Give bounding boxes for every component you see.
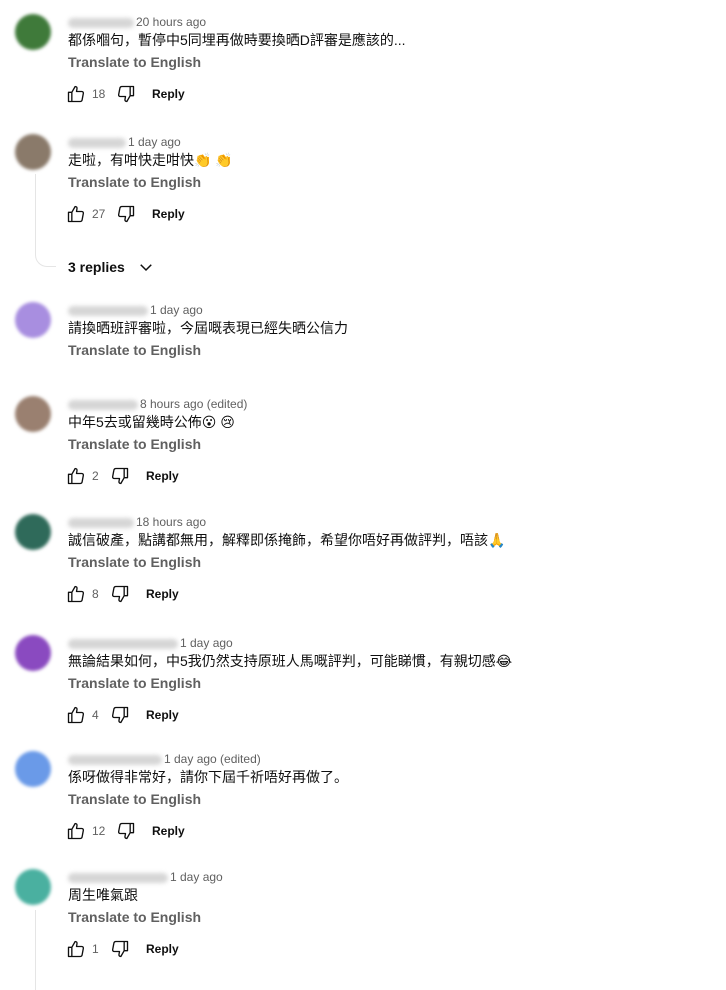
comment-text: 無論結果如何，中5我仍然支持原班人馬嘅評判，可能睇慣，有親切感😂 (68, 653, 513, 669)
author-handle[interactable] (68, 517, 134, 528)
comment-actions: 8 Reply (66, 582, 179, 606)
translate-link[interactable]: Translate to English (68, 340, 201, 360)
thumbs-down-icon[interactable] (110, 584, 130, 604)
like-count: 2 (92, 469, 99, 483)
comment-meta: 1 day ago (68, 869, 223, 885)
translate-link[interactable]: Translate to English (68, 907, 201, 927)
comment-time[interactable]: 8 hours ago (edited) (140, 397, 247, 411)
thumbs-up-icon[interactable] (66, 939, 86, 959)
like-count: 27 (92, 207, 106, 221)
like-count: 1 (92, 942, 99, 956)
comment-actions: 27 Reply (66, 202, 185, 226)
thread-line (35, 910, 36, 990)
avatar[interactable] (15, 396, 51, 432)
author-handle[interactable] (68, 399, 138, 410)
comment-text: 周生唯氣跟 (68, 887, 138, 903)
translate-link[interactable]: Translate to English (68, 52, 201, 72)
avatar[interactable] (15, 14, 51, 50)
author-handle[interactable] (68, 638, 178, 649)
comment-time[interactable]: 1 day ago (150, 303, 203, 317)
reply-button[interactable]: Reply (152, 207, 185, 221)
comment-meta: 1 day ago (edited) (68, 751, 261, 767)
thumbs-down-icon[interactable] (116, 821, 136, 841)
thumbs-down-icon[interactable] (116, 204, 136, 224)
comment-text: 請換晒班評審啦，今屆嘅表現已經失晒公信力 (68, 320, 348, 336)
comment-time[interactable]: 1 day ago (170, 870, 223, 884)
like-count: 8 (92, 587, 99, 601)
avatar[interactable] (15, 514, 51, 550)
thumbs-down-icon[interactable] (110, 939, 130, 959)
replies-toggle-button[interactable]: 3 replies (68, 258, 155, 276)
translate-link[interactable]: Translate to English (68, 789, 201, 809)
thumbs-up-icon[interactable] (66, 466, 86, 486)
thumbs-up-icon[interactable] (66, 584, 86, 604)
thread-line (35, 174, 36, 254)
comment-actions: 12 Reply (66, 819, 185, 843)
comment-actions: 18 Reply (66, 82, 185, 106)
like-count: 18 (92, 87, 106, 101)
author-handle[interactable] (68, 754, 162, 765)
reply-button[interactable]: Reply (146, 942, 179, 956)
like-count: 4 (92, 708, 99, 722)
author-handle[interactable] (68, 137, 126, 148)
thread-connector (35, 250, 56, 267)
avatar[interactable] (15, 751, 51, 787)
comment-meta: 8 hours ago (edited) (68, 396, 247, 412)
reply-button[interactable]: Reply (152, 87, 185, 101)
comment-time[interactable]: 1 day ago (edited) (164, 752, 261, 766)
comment-text: 中年5去或留幾時公佈😮 😢 (68, 414, 235, 430)
thumbs-down-icon[interactable] (116, 84, 136, 104)
comment-text: 都係嗰句，暫停中5同埋再做時要換晒D評審是應該的... (68, 32, 406, 48)
author-handle[interactable] (68, 872, 168, 883)
avatar[interactable] (15, 869, 51, 905)
reply-button[interactable]: Reply (146, 587, 179, 601)
comment-text: 誠信破產，點講都無用，解釋即係掩飾，希望你唔好再做評判，唔該🙏 (68, 532, 506, 548)
comment-actions: 1 Reply (66, 937, 179, 961)
comment-actions: 4 Reply (66, 703, 179, 727)
comment-meta: 18 hours ago (68, 514, 206, 530)
avatar[interactable] (15, 302, 51, 338)
comment-meta: 1 day ago (68, 134, 181, 150)
reply-button[interactable]: Reply (146, 708, 179, 722)
chevron-down-icon (140, 264, 152, 272)
comment-time[interactable]: 1 day ago (128, 135, 181, 149)
translate-link[interactable]: Translate to English (68, 172, 201, 192)
translate-link[interactable]: Translate to English (68, 434, 201, 454)
author-handle[interactable] (68, 17, 134, 28)
thumbs-up-icon[interactable] (66, 84, 86, 104)
comment-time[interactable]: 20 hours ago (136, 15, 206, 29)
comment-text: 係呀做得非常好，請你下屆千祈唔好再做了。 (68, 769, 348, 785)
translate-link[interactable]: Translate to English (68, 673, 201, 693)
thumbs-down-icon[interactable] (110, 705, 130, 725)
thumbs-up-icon[interactable] (66, 705, 86, 725)
avatar[interactable] (15, 635, 51, 671)
comment-text: 走啦，有咁快走咁快👏 👏 (68, 152, 233, 168)
comment-time[interactable]: 18 hours ago (136, 515, 206, 529)
replies-count-label: 3 replies (68, 259, 125, 275)
comment-meta: 1 day ago (68, 635, 233, 651)
comment-meta: 20 hours ago (68, 14, 206, 30)
reply-button[interactable]: Reply (146, 469, 179, 483)
thumbs-down-icon[interactable] (110, 466, 130, 486)
translate-link[interactable]: Translate to English (68, 552, 201, 572)
comment-meta: 1 day ago (68, 302, 203, 318)
thumbs-up-icon[interactable] (66, 204, 86, 224)
thumbs-up-icon[interactable] (66, 821, 86, 841)
reply-button[interactable]: Reply (152, 824, 185, 838)
avatar[interactable] (15, 134, 51, 170)
comment-actions: 2 Reply (66, 464, 179, 488)
like-count: 12 (92, 824, 106, 838)
author-handle[interactable] (68, 305, 148, 316)
comment-time[interactable]: 1 day ago (180, 636, 233, 650)
